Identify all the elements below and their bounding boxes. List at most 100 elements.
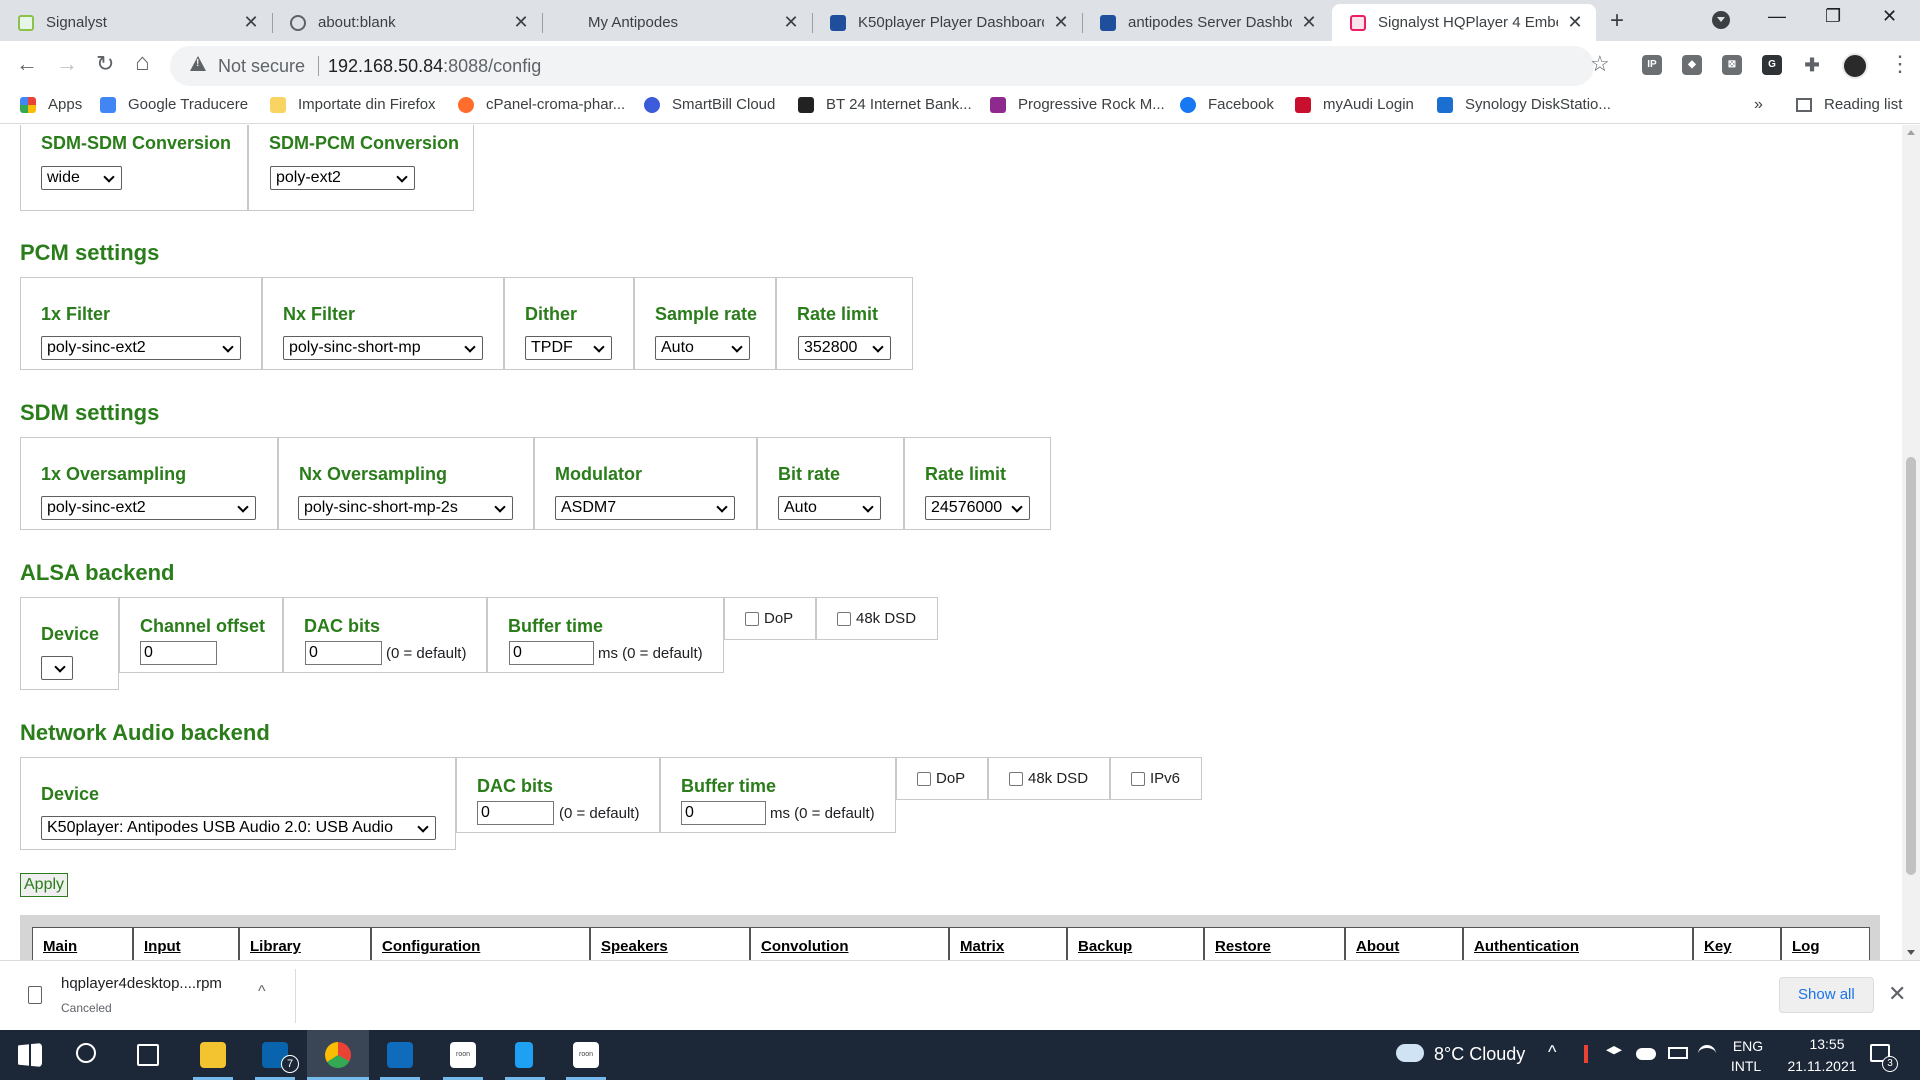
close-shelf-icon[interactable]: ✕ [1888,981,1906,1007]
nav-convolution[interactable]: Convolution [750,927,949,960]
language-top[interactable]: ENG [1730,1038,1766,1054]
profile-avatar[interactable] [1842,53,1868,79]
sdm-sdm-conversion-select[interactable]: wide [41,166,122,190]
clock-date[interactable]: 21.11.2021 [1772,1058,1872,1074]
bookmark-cpanel[interactable]: cPanel-croma-phar... [458,96,625,113]
back-button[interactable]: ← [16,51,38,77]
nav-about[interactable]: About [1345,927,1463,960]
sdm-rate-limit-select[interactable]: 24576000 [925,496,1030,520]
minimize-button[interactable]: — [1768,6,1786,27]
bookmark-smartbill[interactable]: SmartBill Cloud [644,96,775,113]
download-filename[interactable]: hqplayer4desktop....rpm [61,975,222,992]
alsa-48k-dsd-checkbox[interactable]: 48k DSD [837,610,916,627]
warning-icon[interactable] [190,56,206,71]
weather-text[interactable]: 8°C Cloudy [1434,1044,1525,1065]
onedrive-icon[interactable] [1636,1048,1656,1060]
nav-key[interactable]: Key [1693,927,1781,960]
show-all-button[interactable]: Show all [1779,977,1874,1013]
sdm-pcm-conversion-select[interactable]: poly-ext2 [270,166,415,190]
bookmark-progressive-rock[interactable]: Progressive Rock M... [990,96,1165,113]
home-button[interactable]: ⌂ [135,49,150,77]
ip-extension-icon[interactable]: IP [1642,55,1662,75]
bookmark-myaudi[interactable]: myAudi Login [1295,96,1414,113]
roon-icon[interactable]: roon [450,1042,476,1068]
checkbox-box[interactable] [917,771,931,786]
outlook-icon[interactable] [387,1042,413,1068]
dropbox-tray-icon[interactable] [1606,1046,1622,1055]
grammar-extension-icon[interactable]: G [1762,55,1782,75]
scrollbar-thumb[interactable] [1906,457,1916,875]
nav-matrix[interactable]: Matrix [949,927,1067,960]
new-tab-button[interactable]: + [1610,7,1624,35]
puzzle-icon[interactable]: ✚ [1802,55,1822,75]
checkbox-box[interactable] [1009,771,1023,786]
search-icon[interactable] [76,1043,96,1063]
tab-close-icon[interactable]: ✕ [242,12,260,33]
address-bar[interactable]: Not secure 192.168.50.84:8088/config [170,46,1594,86]
network-ipv6-checkbox[interactable]: IPv6 [1131,770,1180,787]
battery-icon[interactable] [1668,1047,1688,1059]
nav-main[interactable]: Main [32,927,133,960]
nav-backup[interactable]: Backup [1067,927,1204,960]
network-dac-bits-input[interactable]: 0 [477,801,554,825]
nav-restore[interactable]: Restore [1204,927,1345,960]
cloud-weather-icon[interactable] [1396,1044,1424,1062]
tab-search-icon[interactable] [1712,11,1730,29]
security-status[interactable]: Not secure [218,56,305,77]
nav-configuration[interactable]: Configuration [371,927,590,960]
bookmark-star-icon[interactable]: ☆ [1590,51,1610,77]
window-close-button[interactable]: ✕ [1882,6,1897,27]
sdm-bit-rate-select[interactable]: Auto [778,496,881,520]
chrome-icon[interactable] [325,1042,351,1068]
scroll-up-arrow-icon[interactable] [1907,130,1915,135]
tab-close-icon[interactable]: ✕ [512,12,530,33]
page-scrollbar[interactable] [1902,125,1920,960]
bookmark-facebook[interactable]: Facebook [1180,96,1274,113]
tab-signalyst[interactable]: Signalyst ✕ [0,4,272,41]
checkbox-box[interactable] [837,611,851,626]
alsa-buffer-time-input[interactable]: 0 [509,641,594,665]
task-view-icon[interactable] [137,1044,159,1066]
tray-red-icon[interactable] [1584,1045,1588,1063]
tab-about-blank[interactable]: about:blank ✕ [272,4,542,41]
tab-close-icon[interactable]: ✕ [1300,12,1318,33]
chevron-up-icon[interactable]: ^ [1548,1042,1556,1063]
pcm-1x-filter-select[interactable]: poly-sinc-ext2 [41,336,241,360]
nav-speakers[interactable]: Speakers [590,927,750,960]
url-text[interactable]: 192.168.50.84:8088/config [328,56,541,77]
pcm-sample-rate-select[interactable]: Auto [655,336,750,360]
nav-authentication[interactable]: Authentication [1463,927,1693,960]
network-48k-dsd-checkbox[interactable]: 48k DSD [1009,770,1088,787]
nav-library[interactable]: Library [239,927,371,960]
reload-button[interactable]: ↻ [96,51,114,77]
phone-app-icon[interactable] [515,1042,533,1068]
network-buffer-time-input[interactable]: 0 [681,801,766,825]
bookmark-google-translate[interactable]: Google Traducere [100,96,248,113]
bookmark-synology[interactable]: Synology DiskStatio... [1437,96,1611,113]
tab-my-antipodes[interactable]: My Antipodes ✕ [542,4,812,41]
alsa-dop-checkbox[interactable]: DoP [745,610,793,627]
file-explorer-icon[interactable] [200,1042,226,1068]
pcm-dither-select[interactable]: TPDF [525,336,612,360]
wifi-icon[interactable] [1698,1045,1716,1063]
chevron-up-icon[interactable]: ^ [258,983,266,1001]
windows-start-icon[interactable] [18,1043,42,1067]
bookmark-apps[interactable]: Apps [20,96,82,113]
bookmark-bt24[interactable]: BT 24 Internet Bank... [798,96,972,113]
bookmark-folder-firefox[interactable]: Importate din Firefox [270,96,436,113]
sdm-modulator-select[interactable]: ASDM7 [555,496,735,520]
clock-time[interactable]: 13:55 [1790,1036,1864,1052]
alsa-device-select[interactable] [41,656,73,680]
menu-icon[interactable]: ⋮ [1889,51,1911,77]
tab-k50player-dashboard[interactable]: K50player Player Dashboard ✕ [812,4,1082,41]
tab-hqplayer-active[interactable]: Signalyst HQPlayer 4 Embedded ✕ [1332,4,1596,41]
dropbox-icon[interactable]: ◆ [1682,55,1702,75]
language-bottom[interactable]: INTL [1728,1058,1764,1074]
nav-input[interactable]: Input [133,927,239,960]
nav-log[interactable]: Log [1781,927,1870,960]
restore-button[interactable]: ❐ [1825,6,1841,27]
pcm-rate-limit-select[interactable]: 352800 [798,336,891,360]
scroll-down-arrow-icon[interactable] [1907,950,1915,955]
sdm-nx-oversampling-select[interactable]: poly-sinc-short-mp-2s [298,496,513,520]
bookmarks-overflow-button[interactable]: » [1754,96,1763,114]
